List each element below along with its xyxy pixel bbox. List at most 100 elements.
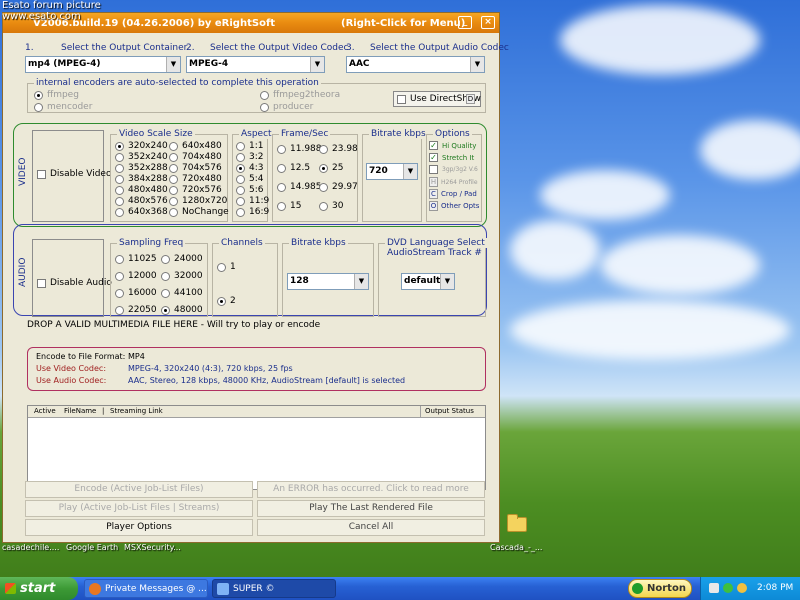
col-streaming-link[interactable]: Streaming Link — [110, 406, 163, 417]
fps-30[interactable]: 30 — [319, 201, 343, 211]
chevron-down-icon[interactable]: ▼ — [354, 274, 368, 289]
fps-29-97[interactable]: 29.97 — [319, 182, 358, 192]
minimize-button[interactable]: _ — [458, 16, 472, 29]
freq-16000[interactable]: 16000 — [115, 288, 157, 298]
chevron-down-icon[interactable]: ▼ — [470, 57, 484, 72]
desktop-icon-casadechile[interactable]: casadechile.... — [2, 543, 59, 552]
fps-title: Frame/Sec — [279, 129, 331, 139]
directshow-key[interactable]: D — [466, 94, 475, 104]
col-filename[interactable]: FileName — [64, 406, 96, 417]
task-private-messages[interactable]: Private Messages @ ... — [84, 579, 208, 598]
system-tray: 2:08 PM — [700, 577, 800, 600]
disable-video-checkbox[interactable]: Disable Video — [37, 169, 111, 179]
job-list-table[interactable]: Active FileName | Streaming Link Output … — [27, 405, 486, 490]
fps-14-985[interactable]: 14.985 — [277, 182, 322, 192]
aspect-3-2[interactable]: 3:2 — [236, 152, 263, 162]
desktop-icon-msxsecurity[interactable]: MSXSecurity... — [124, 543, 181, 552]
audio-bitrate-value: 128 — [290, 276, 309, 286]
hi-quality-checkbox[interactable]: ✓ Hi Quality — [429, 141, 476, 150]
stretch-checkbox[interactable]: ✓ Stretch It — [429, 153, 474, 162]
player-options-button[interactable]: Player Options — [25, 519, 253, 536]
scale-nochange[interactable]: NoChange — [169, 207, 229, 217]
other-opts-button[interactable]: O Other Opts — [429, 201, 479, 211]
video-bitrate-select[interactable]: 720 ▼ — [366, 163, 418, 180]
use-directshow-checkbox[interactable]: Use DirectShow D — [393, 91, 481, 107]
play-last-button[interactable]: Play The Last Rendered File — [257, 500, 485, 517]
col-active[interactable]: Active — [34, 406, 56, 417]
norton-button[interactable]: Norton — [628, 579, 692, 598]
chevron-down-icon[interactable]: ▼ — [166, 57, 180, 72]
chevron-down-icon[interactable]: ▼ — [310, 57, 324, 72]
freq-12000[interactable]: 12000 — [115, 271, 157, 281]
freq-32000[interactable]: 32000 — [161, 271, 203, 281]
scale-384x288[interactable]: 384x288 — [115, 174, 168, 184]
freq-24000[interactable]: 24000 — [161, 254, 203, 264]
scale-480x576[interactable]: 480x576 — [115, 196, 168, 206]
freq-48000[interactable]: 48000 — [161, 305, 203, 315]
audio-codec-select[interactable]: AAC ▼ — [346, 56, 485, 73]
scale-720x576[interactable]: 720x576 — [169, 185, 222, 195]
audio-codec-label: Select the Output Audio Codec — [370, 43, 509, 53]
channel-1[interactable]: 1 — [217, 262, 236, 272]
crop-pad-button[interactable]: C Crop / Pad — [429, 189, 477, 199]
desktop-icon-google-earth[interactable]: Google Earth — [66, 543, 118, 552]
scale-320x240[interactable]: 320x240 — [115, 141, 168, 151]
cloud — [510, 300, 790, 360]
freq-44100[interactable]: 44100 — [161, 288, 203, 298]
scale-640x368[interactable]: 640x368 — [115, 207, 168, 217]
task-super[interactable]: SUPER © — [212, 579, 336, 598]
scale-720x480[interactable]: 720x480 — [169, 174, 222, 184]
desktop-icon-cascada[interactable]: Cascada_-_... — [490, 543, 542, 552]
chevron-down-icon[interactable]: ▼ — [403, 164, 417, 179]
aspect-1-1[interactable]: 1:1 — [236, 141, 263, 151]
scale-704x576[interactable]: 704x576 — [169, 163, 222, 173]
freq-11025[interactable]: 11025 — [115, 254, 157, 264]
scale-480x480[interactable]: 480x480 — [115, 185, 168, 195]
video-scale-title: Video Scale Size — [117, 129, 195, 139]
folder-icon[interactable] — [507, 514, 527, 532]
col-output-status[interactable]: Output Status — [420, 406, 474, 417]
audio-bitrate-select[interactable]: 128 ▼ — [287, 273, 369, 290]
aspect-16-9[interactable]: 16:9 — [236, 207, 269, 217]
aspect-4-3[interactable]: 4:3 — [236, 163, 263, 173]
chevron-down-icon[interactable]: ▼ — [440, 274, 454, 289]
tray-icon[interactable] — [723, 583, 733, 593]
scale-352x240[interactable]: 352x240 — [115, 152, 168, 162]
freq-22050[interactable]: 22050 — [115, 305, 157, 315]
audiostream-track-title: AudioStream Track # — [387, 248, 482, 258]
scale-1280x720[interactable]: 1280x720 — [169, 196, 227, 206]
video-codec-select[interactable]: MPEG-4 ▼ — [186, 56, 325, 73]
drop-zone-text[interactable]: DROP A VALID MULTIMEDIA FILE HERE - Will… — [27, 320, 320, 330]
container-select[interactable]: mp4 (MPEG-4) ▼ — [25, 56, 181, 73]
encode-button[interactable]: Encode (Active Job-List Files) — [25, 481, 253, 498]
encoder-mencoder: mencoder — [34, 102, 92, 112]
cancel-all-button[interactable]: Cancel All — [257, 519, 485, 536]
fps-23-98[interactable]: 23.98 — [319, 144, 358, 154]
container-label-num: 1. — [25, 43, 34, 53]
video-codec-info-value: MPEG-4, 320x240 (4:3), 720 kbps, 25 fps — [128, 364, 293, 373]
dvd-language-title: DVD Language Select — [385, 238, 487, 248]
fps-25[interactable]: 25 — [319, 163, 343, 173]
aspect-5-4[interactable]: 5:4 — [236, 174, 263, 184]
gp3-checkbox: 3gp/3g2 V.6 — [429, 165, 478, 174]
scale-352x288[interactable]: 352x288 — [115, 163, 168, 173]
fps-15[interactable]: 15 — [277, 201, 301, 211]
audiostream-select[interactable]: default ▼ — [401, 273, 455, 290]
close-button[interactable]: × — [481, 16, 495, 29]
scale-704x480[interactable]: 704x480 — [169, 152, 222, 162]
aspect-5-6[interactable]: 5:6 — [236, 185, 263, 195]
clock[interactable]: 2:08 PM — [757, 577, 793, 600]
video-section: VIDEO Disable Video Video Scale Size 320… — [13, 123, 487, 227]
scale-640x480[interactable]: 640x480 — [169, 141, 222, 151]
channel-2[interactable]: 2 — [217, 296, 236, 306]
fps-12-5[interactable]: 12.5 — [277, 163, 310, 173]
fps-11-988[interactable]: 11.988 — [277, 144, 322, 154]
error-button[interactable]: An ERROR has occurred. Click to read mor… — [257, 481, 485, 498]
aspect-11-9[interactable]: 11:9 — [236, 196, 269, 206]
start-button[interactable]: start — [0, 577, 78, 600]
play-button[interactable]: Play (Active Job-List Files | Streams) — [25, 500, 253, 517]
tray-icon[interactable] — [709, 583, 719, 593]
disable-audio-checkbox[interactable]: Disable Audio — [37, 278, 112, 288]
tray-icon[interactable] — [737, 583, 747, 593]
options-title: Options — [433, 129, 472, 139]
